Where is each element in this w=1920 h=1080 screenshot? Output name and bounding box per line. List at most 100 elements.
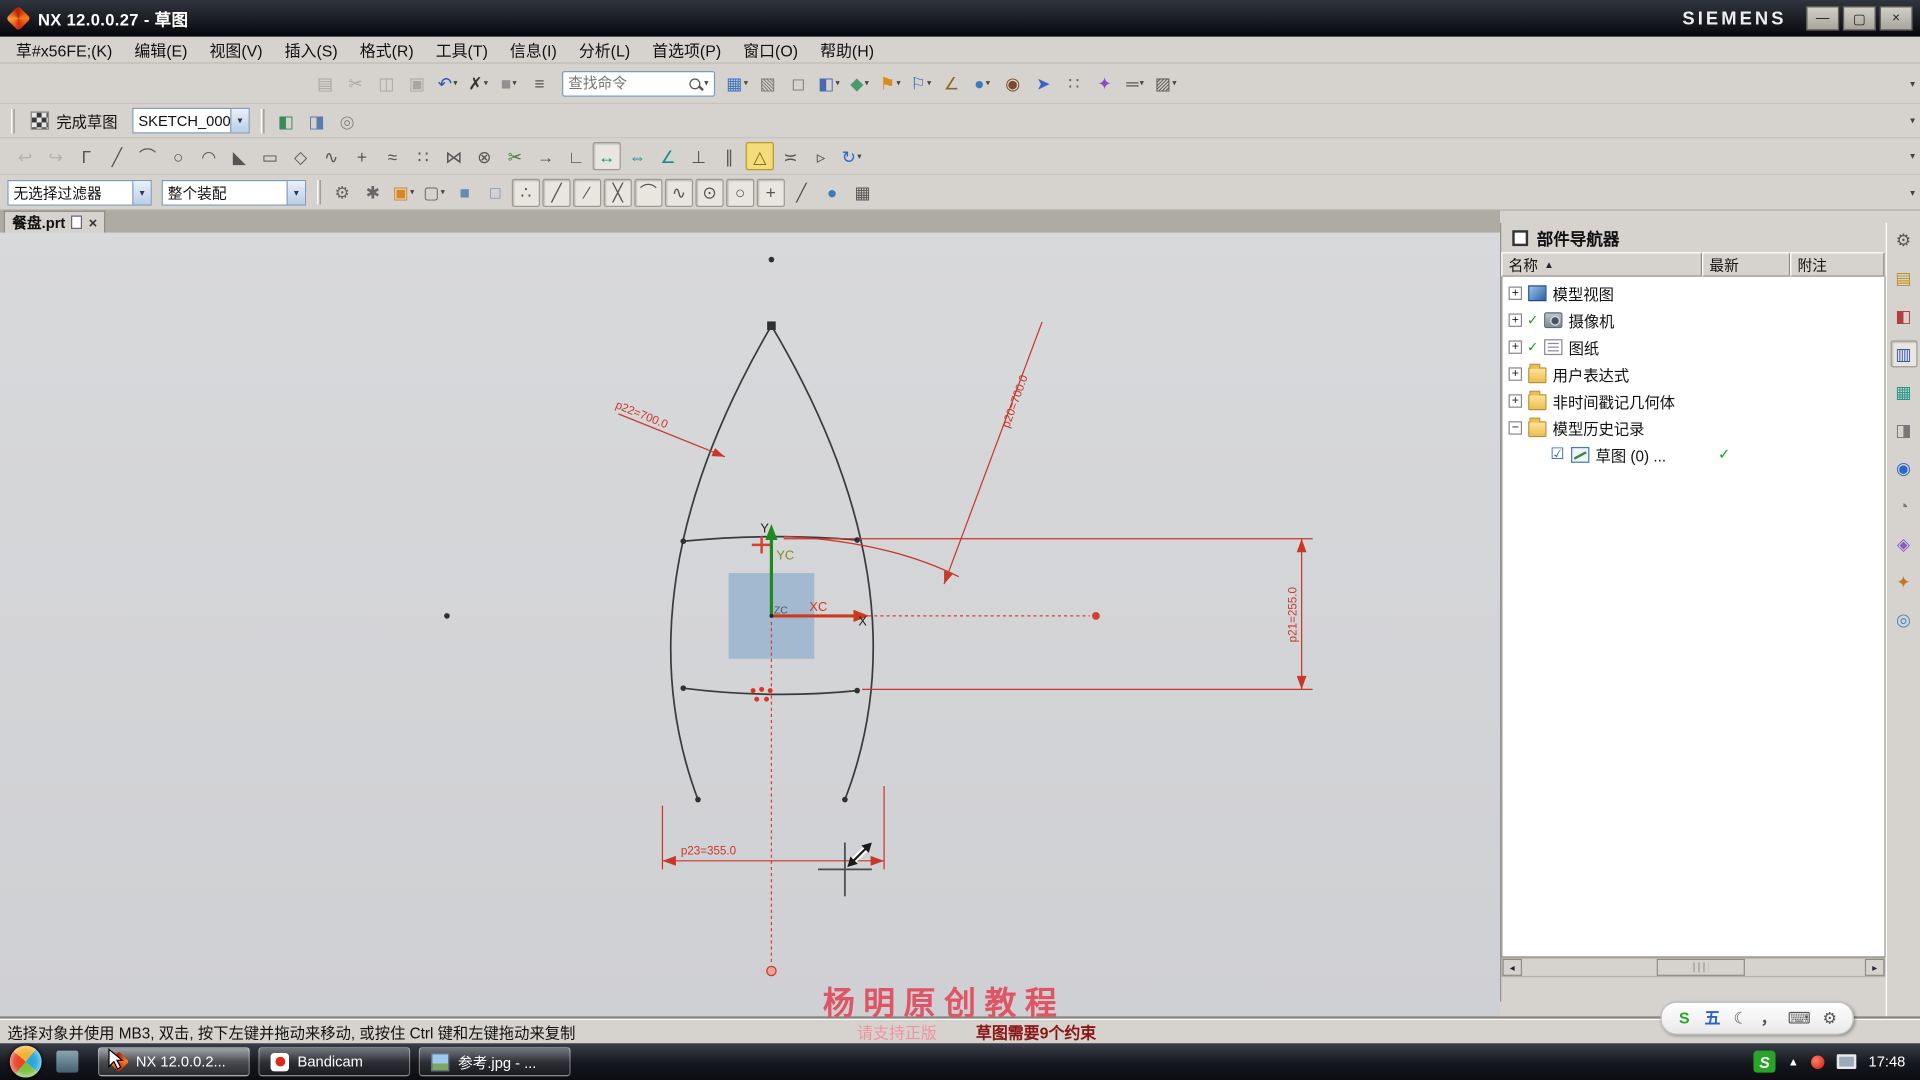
snap-point-on-curve-icon[interactable]: ╱: [787, 178, 815, 206]
tree-row-sketch[interactable]: ☑ 草图 (0) ... ✓: [1502, 441, 1884, 468]
selection-filter-combo[interactable]: 无选择过滤器 ▾: [7, 179, 151, 205]
menu-analysis[interactable]: 分析(L): [568, 36, 641, 64]
snap-settings-icon[interactable]: ⚙: [328, 178, 356, 206]
marquee-select-icon[interactable]: ▢▾: [420, 178, 448, 206]
column-latest[interactable]: 最新: [1702, 252, 1790, 276]
ime-punctuation-icon[interactable]: ，: [1758, 1006, 1779, 1030]
dimension-p20[interactable]: p20=700.0: [784, 322, 1042, 584]
spline-icon[interactable]: ∿: [317, 142, 345, 170]
create-inferred-icon[interactable]: ▣▾: [389, 178, 417, 206]
delete-icon[interactable]: ✗▾: [464, 69, 492, 97]
toolbar-overflow-icon[interactable]: ▾: [1910, 151, 1915, 162]
menu-insert[interactable]: 插入(S): [274, 36, 349, 64]
sketch-viewport[interactable]: p21=255.0 p23=355.0 p22=700.0: [0, 233, 1500, 1019]
chevron-down-icon[interactable]: ▾: [836, 78, 840, 88]
arc-icon[interactable]: ⌒: [133, 142, 161, 170]
quick-launch-icon[interactable]: [56, 1051, 78, 1073]
sphere-display-icon[interactable]: ●▾: [968, 69, 996, 97]
tab-close-icon[interactable]: ×: [89, 215, 98, 230]
tray-expand-icon[interactable]: ▲: [1788, 1056, 1799, 1068]
trim-icon[interactable]: ✂: [501, 142, 529, 170]
rapid-dimension-icon[interactable]: ↔: [593, 142, 621, 170]
chevron-down-icon[interactable]: ▾: [453, 78, 457, 88]
tree-row-cameras[interactable]: + ✓ 摄像机: [1502, 306, 1884, 333]
chevron-down-icon[interactable]: ▾: [1140, 78, 1144, 88]
navigator-horizontal-scrollbar[interactable]: ◂ ▸: [1501, 958, 1885, 978]
chevron-down-icon[interactable]: ▾: [441, 187, 445, 197]
pattern-icon[interactable]: ∷: [1060, 69, 1088, 97]
geometric-constraints-icon[interactable]: ⊥: [684, 142, 712, 170]
finish-sketch-button[interactable]: 完成草图: [21, 106, 128, 135]
tree-row-model-views[interactable]: + 模型视图: [1502, 279, 1884, 306]
scroll-left-icon[interactable]: ◂: [1502, 959, 1522, 976]
circle-icon[interactable]: ○: [164, 142, 192, 170]
resource-settings-icon[interactable]: ⚙: [1890, 227, 1917, 254]
snap-intersection-icon[interactable]: ╳: [604, 178, 632, 206]
ime-toolbar[interactable]: S五☾，⌨⚙: [1660, 1002, 1853, 1035]
menu-view[interactable]: 视图(V): [198, 36, 273, 64]
animate-dimension-icon[interactable]: ▹: [807, 142, 835, 170]
relations-icon[interactable]: ✱: [359, 178, 387, 206]
make-corner-icon[interactable]: ∟: [562, 142, 590, 170]
convert-reference-icon[interactable]: ↻▾: [838, 142, 866, 170]
sketch-back-icon[interactable]: ↩: [11, 142, 39, 170]
polygon-icon[interactable]: ◇: [287, 142, 315, 170]
sketch-points[interactable]: [444, 257, 860, 803]
tab-canpan-prt[interactable]: 餐盘.prt ×: [4, 211, 106, 233]
sketch-plane-icon[interactable]: ◎: [333, 107, 361, 135]
manage-roles-icon[interactable]: ✦: [1890, 568, 1917, 595]
constraint-settings-icon[interactable]: ≍: [776, 142, 804, 170]
rectangle-icon[interactable]: ▭: [256, 142, 284, 170]
process-studio-icon[interactable]: ◈: [1890, 530, 1917, 557]
line-icon[interactable]: ╱: [103, 142, 131, 170]
optimize-icon[interactable]: ✦: [1090, 69, 1118, 97]
sogou-tray-icon[interactable]: S: [1754, 1051, 1776, 1073]
analysis-target-icon[interactable]: ◉: [999, 69, 1027, 97]
menu-sketch[interactable]: 草#x56FE;(K): [5, 36, 123, 64]
tree-row-model-history[interactable]: − 模型历史记录: [1502, 414, 1884, 441]
object-properties-icon[interactable]: ≡: [525, 69, 553, 97]
sort-arrow-icon[interactable]: ▲: [1544, 259, 1554, 270]
tree-row-user-expressions[interactable]: + 用户表达式: [1502, 360, 1884, 387]
menu-information[interactable]: 信息(I): [499, 36, 568, 64]
sketch-name-combo[interactable]: SKETCH_000 ▾: [132, 108, 250, 134]
angular-dimension-icon[interactable]: ∠: [654, 142, 682, 170]
move-object-icon[interactable]: ➤: [1029, 69, 1057, 97]
checkbox-icon[interactable]: ☑: [1550, 444, 1570, 464]
section-hatch-icon[interactable]: ▨▾: [1152, 69, 1180, 97]
selection-scope-combo[interactable]: 整个装配 ▾: [162, 179, 306, 205]
sketch-style-icon[interactable]: ◧: [272, 107, 300, 135]
chevron-down-icon[interactable]: ▾: [230, 109, 248, 132]
sketch-orient-icon[interactable]: ◨: [302, 107, 330, 135]
toolbar-overflow-icon[interactable]: ▾: [1910, 115, 1915, 126]
named-scene-icon[interactable]: ◧▾: [815, 69, 843, 97]
edge-width-icon[interactable]: ═▾: [1121, 69, 1149, 97]
maximize-button[interactable]: ▢: [1843, 6, 1876, 30]
chevron-down-icon[interactable]: ▾: [986, 78, 990, 88]
collapse-icon[interactable]: −: [1509, 421, 1522, 434]
window-layout-icon[interactable]: ▦▾: [723, 69, 751, 97]
chamfer-icon[interactable]: ◣: [225, 142, 253, 170]
web-browser-icon[interactable]: ◉: [1890, 454, 1917, 481]
recording-indicator-icon[interactable]: [1811, 1055, 1824, 1068]
chevron-down-icon[interactable]: ▾: [896, 78, 900, 88]
view-gallery-icon[interactable]: ◨: [1890, 416, 1917, 443]
toolbar-overflow-icon[interactable]: ▾: [1910, 187, 1915, 198]
display-color-icon[interactable]: ■▾: [495, 69, 523, 97]
sketch-forward-icon[interactable]: ↪: [42, 142, 70, 170]
command-finder[interactable]: ▾: [562, 70, 714, 96]
assembly-navigator-icon[interactable]: ▤: [1890, 264, 1917, 291]
undo-icon[interactable]: ↶▾: [433, 69, 461, 97]
wireframe-view-icon[interactable]: □: [481, 178, 509, 206]
note-flag-icon[interactable]: ⚐▾: [907, 69, 935, 97]
toolbar-overflow-icon[interactable]: ▾: [1910, 78, 1915, 89]
taskbar-button-bandicam[interactable]: Bandicam: [258, 1047, 410, 1076]
snap-sphere-icon[interactable]: ●: [818, 178, 846, 206]
dimension-p22[interactable]: p22=700.0: [614, 398, 725, 456]
erase-region-icon[interactable]: ◻: [784, 69, 812, 97]
graphics-canvas[interactable]: p21=255.0 p23=355.0 p22=700.0: [0, 233, 1500, 1019]
chevron-down-icon[interactable]: ▾: [704, 78, 708, 88]
work-plane-icon[interactable]: ▧: [754, 69, 782, 97]
menu-format[interactable]: 格式(R): [349, 36, 425, 64]
linear-dimension-icon[interactable]: ⇔: [623, 142, 651, 170]
